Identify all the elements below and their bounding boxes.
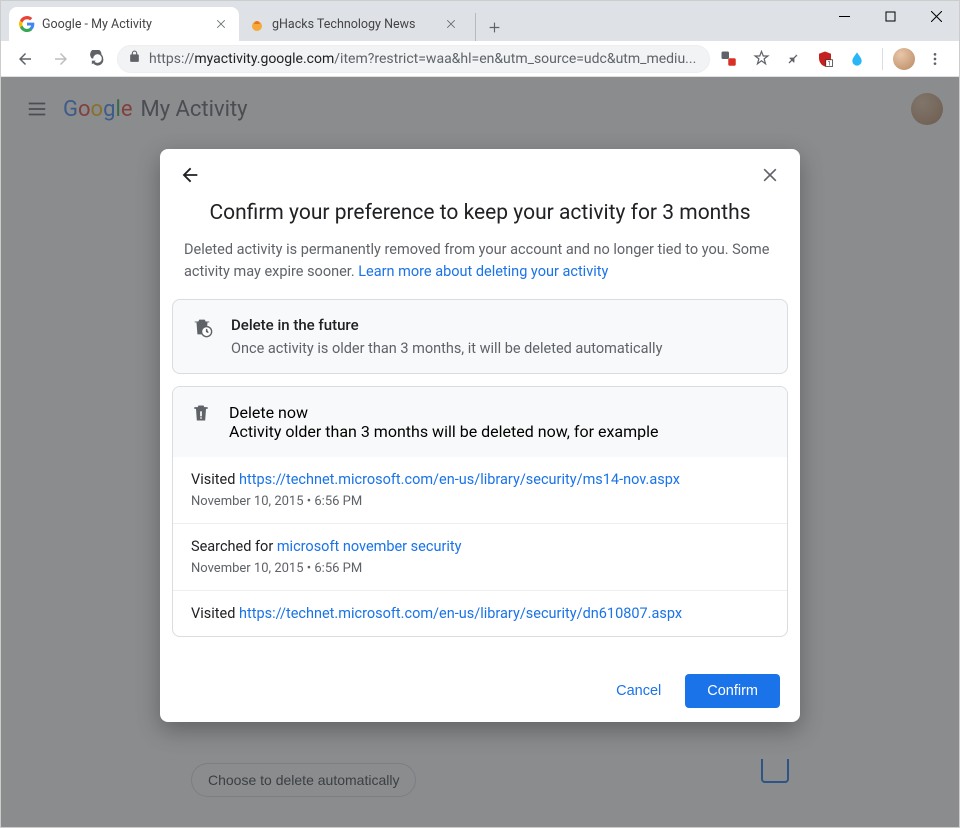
confirm-dialog: Confirm your preference to keep your act… — [160, 149, 800, 722]
activity-link[interactable]: https://technet.microsoft.com/en-us/libr… — [239, 471, 680, 488]
dialog-title: Confirm your preference to keep your act… — [160, 191, 800, 239]
activity-item: Visited https://technet.microsoft.com/en… — [173, 591, 787, 636]
activity-item: Visited https://technet.microsoft.com/en… — [173, 457, 787, 524]
lock-icon — [128, 50, 141, 67]
cancel-button[interactable]: Cancel — [602, 674, 675, 708]
delete-future-card: Delete in the future Once activity is ol… — [172, 299, 788, 374]
dialog-body[interactable]: Deleted activity is permanently removed … — [160, 239, 800, 661]
pin-extension-icon[interactable] — [784, 50, 802, 68]
browser-tab[interactable]: gHacks Technology News — [239, 7, 469, 41]
tab-title: gHacks Technology News — [272, 17, 436, 32]
url-text: https://myactivity.google.com/item?restr… — [149, 51, 699, 67]
tab-title: Google - My Activity — [42, 17, 206, 32]
google-favicon — [19, 16, 35, 32]
tab-close-icon[interactable] — [443, 16, 459, 32]
droplet-extension-icon[interactable] — [848, 50, 866, 68]
menu-button[interactable] — [919, 43, 951, 75]
close-window-button[interactable] — [913, 1, 959, 31]
forward-button[interactable] — [45, 43, 77, 75]
confirm-button[interactable]: Confirm — [685, 674, 780, 708]
delete-future-title: Delete in the future — [231, 316, 769, 334]
ghacks-favicon — [249, 16, 265, 32]
minimize-button[interactable] — [821, 1, 867, 31]
auto-delete-icon — [191, 316, 213, 357]
toolbar-divider — [882, 48, 883, 70]
learn-more-link[interactable]: Learn more about deleting your activity — [358, 263, 608, 280]
bookmark-star-icon[interactable] — [752, 50, 770, 68]
delete-now-title: Delete now — [229, 403, 658, 422]
activity-link[interactable]: microsoft november security — [277, 538, 462, 555]
dialog-description: Deleted activity is permanently removed … — [160, 239, 800, 299]
activity-time: November 10, 2015 • 6:56 PM — [191, 561, 769, 576]
trash-icon — [191, 403, 211, 441]
toolbar: https://myactivity.google.com/item?restr… — [1, 41, 959, 77]
window-titlebar: Google - My Activity gHacks Technology N… — [1, 1, 959, 41]
svg-text:1: 1 — [827, 60, 830, 67]
window-controls — [821, 1, 959, 31]
back-arrow-icon[interactable] — [178, 163, 202, 187]
tab-strip: Google - My Activity gHacks Technology N… — [9, 7, 503, 41]
address-bar[interactable]: https://myactivity.google.com/item?restr… — [117, 45, 710, 73]
back-button[interactable] — [9, 43, 41, 75]
dialog-header — [160, 149, 800, 191]
delete-future-sub: Once activity is older than 3 months, it… — [231, 340, 769, 357]
maximize-button[interactable] — [867, 1, 913, 31]
translate-extension-icon[interactable] — [720, 50, 738, 68]
browser-window: Google - My Activity gHacks Technology N… — [0, 0, 960, 828]
dialog-footer: Cancel Confirm — [160, 661, 800, 722]
viewport: Google My Activity Choose to delete auto… — [1, 77, 959, 827]
tab-close-icon[interactable] — [213, 16, 229, 32]
extension-icons: 1 — [714, 50, 872, 68]
new-tab-button[interactable] — [475, 13, 503, 41]
profile-avatar[interactable] — [893, 48, 915, 70]
ublock-extension-icon[interactable]: 1 — [816, 50, 834, 68]
delete-now-sub: Activity older than 3 months will be del… — [229, 422, 658, 441]
activity-link[interactable]: https://technet.microsoft.com/en-us/libr… — [239, 605, 682, 622]
close-icon[interactable] — [758, 163, 782, 187]
modal-overlay: Confirm your preference to keep your act… — [1, 77, 959, 827]
browser-tab-active[interactable]: Google - My Activity — [9, 7, 239, 41]
delete-now-card: Delete now Activity older than 3 months … — [172, 386, 788, 637]
activity-item: Searched for microsoft november security… — [173, 524, 787, 591]
reload-button[interactable] — [81, 43, 113, 75]
activity-time: November 10, 2015 • 6:56 PM — [191, 494, 769, 509]
